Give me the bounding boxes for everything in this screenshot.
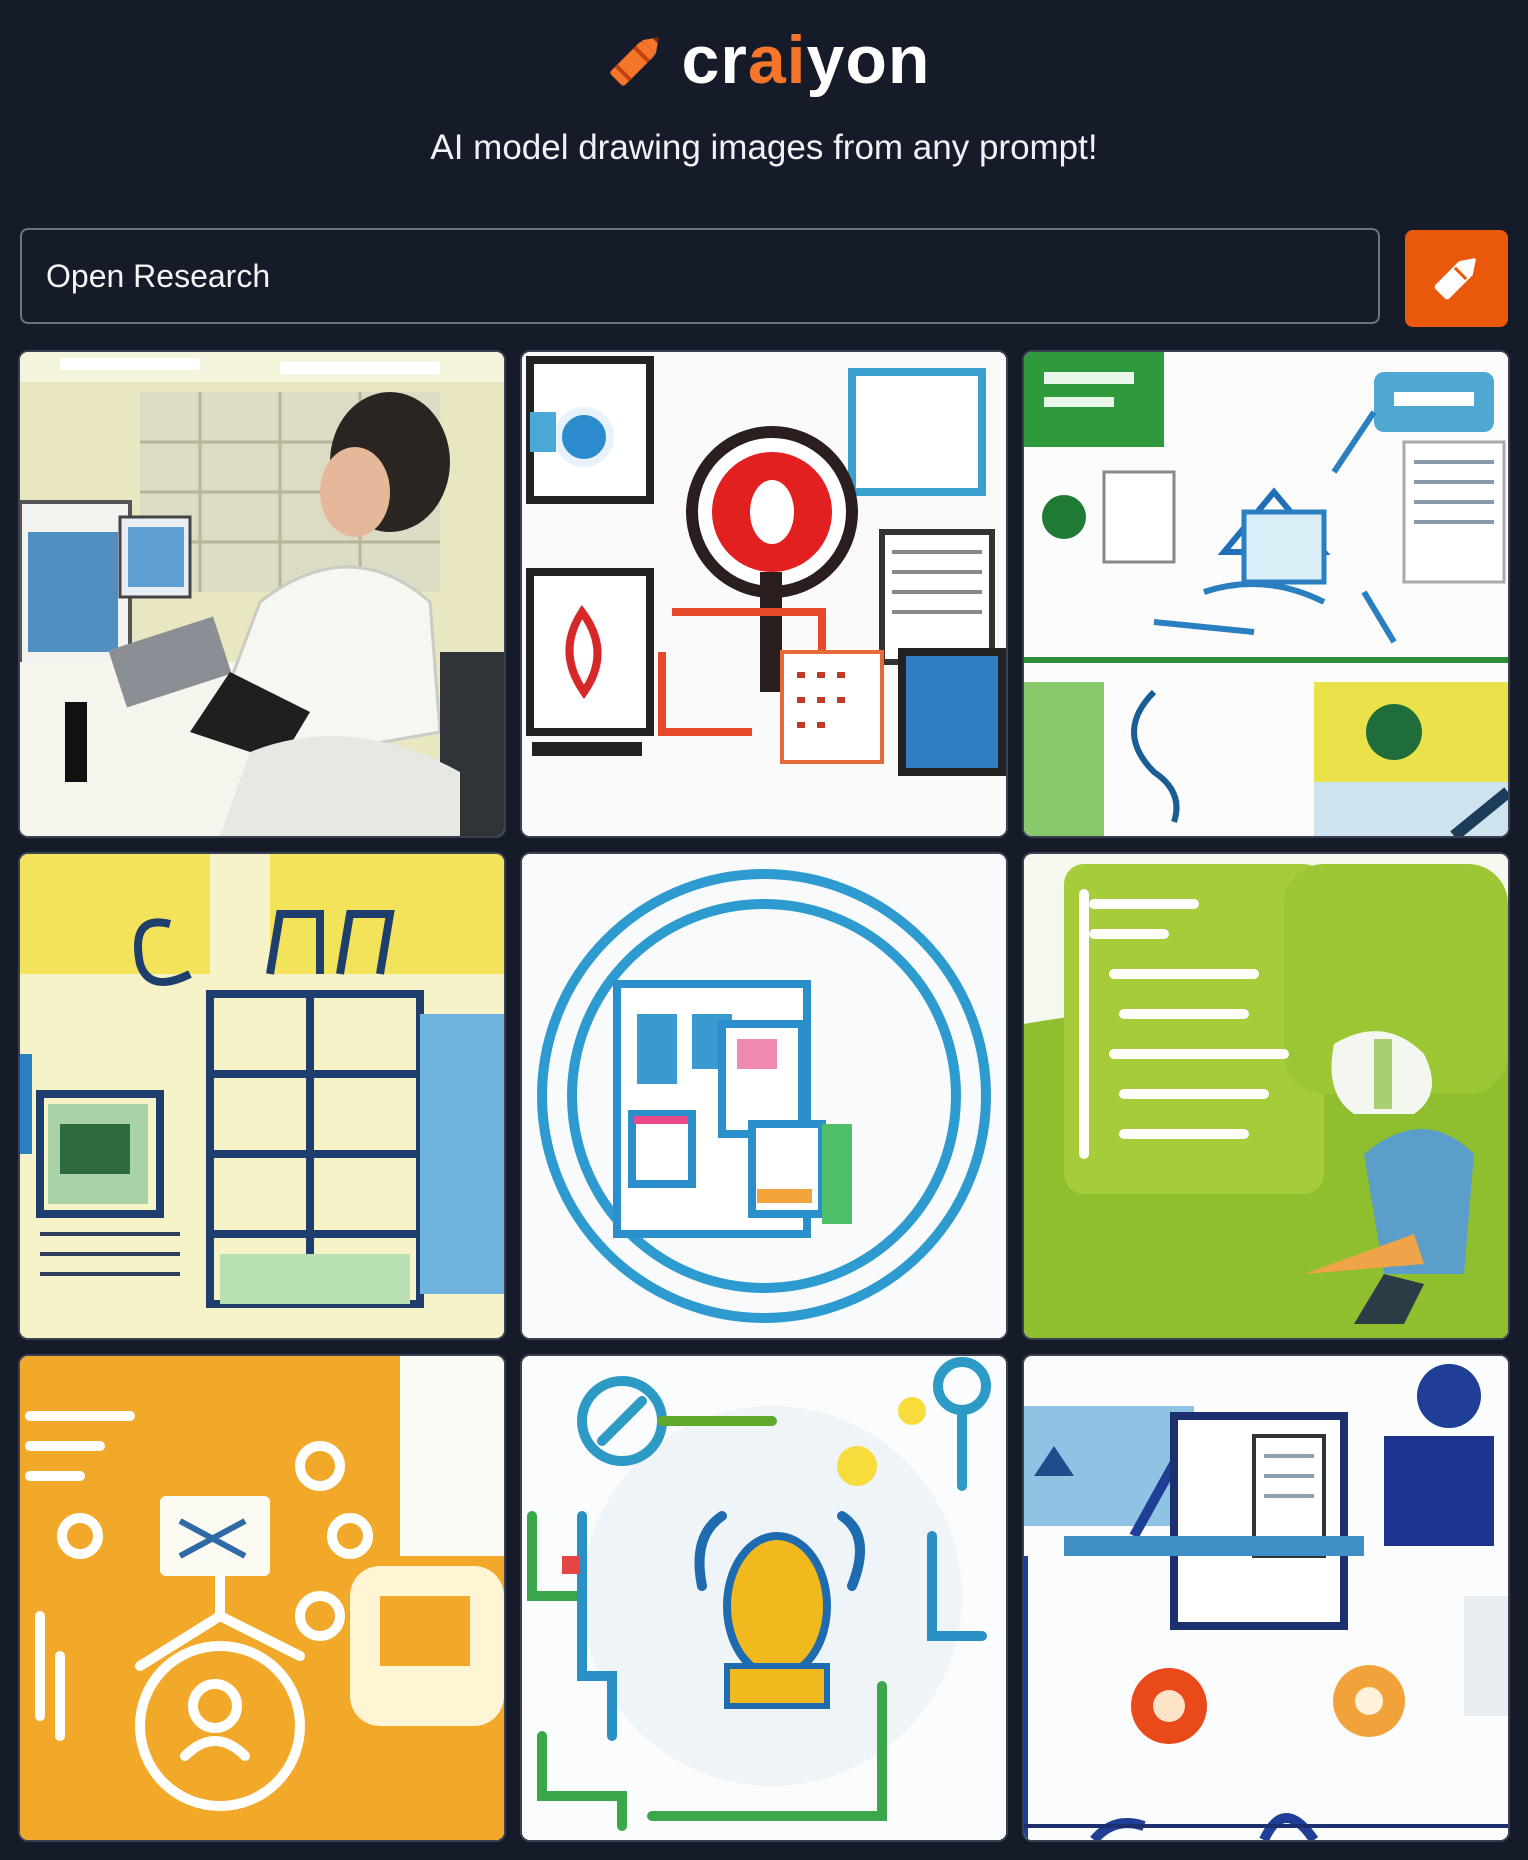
results-grid [20, 352, 1508, 1842]
prompt-row [20, 228, 1508, 328]
header: craiyon AI model drawing images from any… [0, 0, 1528, 200]
crayon-logo-icon [598, 22, 674, 98]
result-image-5[interactable] [522, 854, 1006, 1338]
brand-name: craiyon [681, 22, 931, 98]
result-image-9[interactable] [1024, 1356, 1508, 1840]
result-image-8[interactable] [522, 1356, 1006, 1840]
result-image-4[interactable] [20, 854, 504, 1338]
tagline: AI model drawing images from any prompt! [430, 128, 1098, 167]
result-image-3[interactable] [1024, 352, 1508, 836]
result-image-2[interactable] [522, 352, 1006, 836]
draw-button[interactable] [1405, 230, 1508, 327]
logo[interactable]: craiyon [0, 22, 1528, 112]
result-image-1[interactable] [20, 352, 504, 836]
result-image-7[interactable] [20, 1356, 504, 1840]
pencil-icon [1429, 249, 1485, 308]
result-image-6[interactable] [1024, 854, 1508, 1338]
prompt-input[interactable] [20, 228, 1380, 324]
